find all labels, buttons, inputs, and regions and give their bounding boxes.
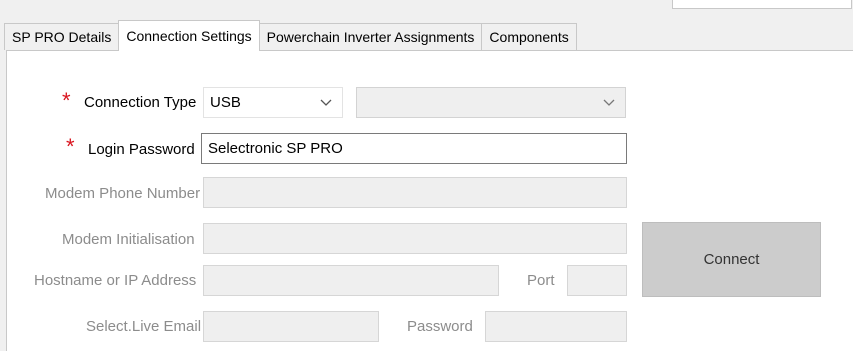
- hostname-input[interactable]: [203, 265, 499, 296]
- top-field[interactable]: [672, 0, 852, 9]
- modem-initialisation-label: Modem Initialisation: [62, 231, 195, 248]
- tab-sp-pro-details[interactable]: SP PRO Details: [4, 23, 120, 50]
- tab-connection-settings[interactable]: Connection Settings: [118, 20, 260, 51]
- chevron-down-icon: [320, 99, 332, 106]
- select-live-email-label: Select.Live Email: [86, 318, 202, 335]
- connect-button[interactable]: Connect: [642, 222, 821, 297]
- select-live-email-input[interactable]: [203, 311, 379, 342]
- login-password-value: Selectronic SP PRO: [208, 140, 343, 157]
- modem-phone-number-label: Modem Phone Number: [45, 185, 201, 202]
- modem-initialisation-input[interactable]: [203, 223, 627, 254]
- port-label: Port: [527, 272, 555, 289]
- password-label: Password: [407, 318, 473, 335]
- tab-components[interactable]: Components: [481, 23, 577, 50]
- tab-powerchain-inverter-assignments[interactable]: Powerchain Inverter Assignments: [258, 23, 483, 50]
- connection-port-select[interactable]: [356, 87, 626, 118]
- connection-type-select[interactable]: USB: [203, 87, 343, 118]
- modem-phone-number-input[interactable]: [203, 177, 627, 208]
- port-input[interactable]: [567, 265, 627, 296]
- login-password-label: Login Password: [88, 141, 195, 158]
- password-input[interactable]: [485, 311, 627, 342]
- chevron-down-icon: [603, 99, 615, 106]
- required-marker: *: [62, 88, 71, 113]
- required-marker: *: [66, 134, 75, 159]
- tab-bar: SP PRO Details Connection Settings Power…: [4, 20, 577, 51]
- hostname-label: Hostname or IP Address: [34, 272, 197, 289]
- connection-type-label: Connection Type: [84, 94, 197, 111]
- connection-type-value: USB: [210, 94, 241, 111]
- login-password-input[interactable]: Selectronic SP PRO: [201, 133, 627, 164]
